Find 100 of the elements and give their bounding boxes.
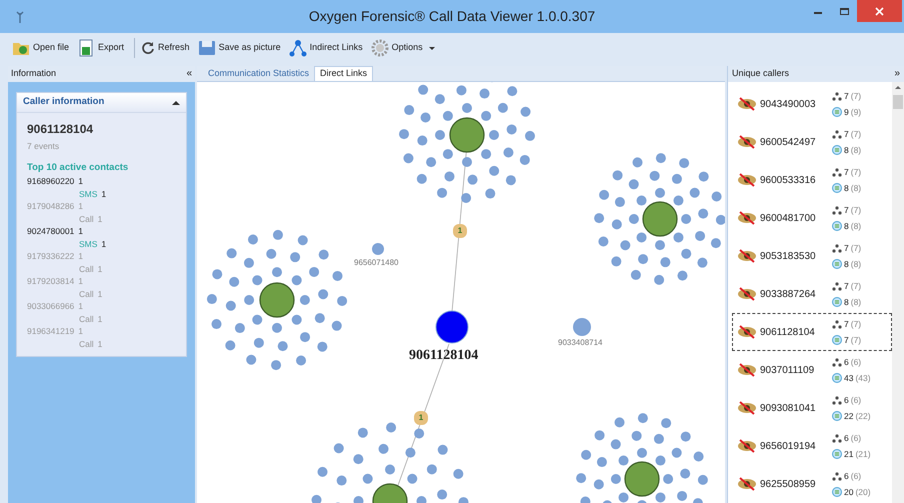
caller-number: 9061128104	[760, 326, 816, 340]
event-type: Call	[79, 212, 94, 225]
toolbar-button[interactable]: Export	[75, 36, 126, 60]
exchange-icon	[832, 220, 842, 231]
events-total: (43)	[855, 372, 871, 384]
crossed-eye-icon	[737, 325, 757, 339]
edge-count-badge: 1	[414, 411, 428, 425]
events-total: (22)	[855, 410, 871, 422]
contacts-count: 7	[844, 166, 849, 178]
caret-icon	[428, 46, 435, 50]
contacts-count: 6	[844, 356, 849, 368]
event-type-count: 1	[98, 212, 102, 225]
caller-number: 9600542497	[760, 136, 817, 150]
caller-number: 9033887264	[760, 288, 817, 302]
caller-row[interactable]: 9033887264 7 (7) 8 (8)	[732, 275, 892, 313]
crossed-eye-icon	[737, 249, 757, 263]
contacts-count: 6	[844, 470, 849, 482]
events-count: 20	[844, 486, 854, 498]
toolbar-button[interactable]: Refresh	[139, 36, 192, 60]
toolbar-button[interactable]: Options	[368, 36, 437, 60]
events-count: 7	[844, 334, 849, 346]
document-icon	[77, 39, 96, 57]
event-type: Call	[79, 338, 94, 350]
contact-count: 1	[78, 175, 84, 188]
collapse-button[interactable]: «	[186, 69, 192, 79]
people-icon	[832, 396, 842, 405]
contacts-count: 7	[844, 128, 849, 140]
caller-row[interactable]: 9093081041 6 (6) 22 (22)	[732, 389, 892, 427]
exchange-icon	[832, 106, 842, 117]
contacts-total: (6)	[850, 470, 862, 482]
crossed-eye-icon	[737, 439, 757, 453]
people-icon	[832, 244, 842, 253]
exchange-icon	[832, 296, 842, 307]
contacts-total: (7)	[850, 128, 862, 140]
caller-row[interactable]: 9043490003 7 (7) 9 (9)	[732, 85, 892, 123]
caller-row[interactable]: 9053183530 7 (7) 8 (8)	[732, 237, 892, 275]
tab[interactable]: Direct Links	[314, 66, 374, 81]
gear-icon	[370, 39, 389, 57]
expand-button[interactable]: »	[894, 69, 900, 79]
events-count: 7 events	[27, 140, 60, 153]
caller-number: 9053183530	[760, 250, 817, 264]
caller-number: 9656019194	[760, 440, 817, 454]
caller-row[interactable]: 9600481700 7 (7) 8 (8)	[732, 199, 892, 237]
contacts-count: 7	[844, 204, 849, 216]
contact-number: 9033066966	[27, 300, 74, 312]
events-total: (8)	[850, 296, 862, 308]
exchange-icon	[832, 182, 842, 193]
contacts-total: (7)	[850, 242, 862, 254]
caller-row[interactable]: 9037011109 6 (6) 43 (43)	[732, 351, 892, 389]
events-total: (7)	[850, 334, 862, 346]
contact-count: 1	[78, 250, 84, 262]
toolbar-button[interactable]: Open file	[10, 36, 72, 60]
caller-row[interactable]: 9656019194 6 (6) 21 (21)	[732, 427, 892, 465]
caller-number: 9600533316	[760, 174, 817, 188]
toolbar-button[interactable]: Save as picture	[196, 36, 283, 60]
contacts-count: 6	[844, 432, 849, 444]
contacts-total: (6)	[850, 356, 862, 368]
contact-count: 1	[78, 200, 84, 212]
caller-row[interactable]: 9600542497 7 (7) 8 (8)	[732, 123, 892, 161]
crossed-eye-icon	[737, 211, 757, 225]
people-icon	[832, 320, 842, 329]
event-type-count: 1	[98, 312, 102, 325]
window-title: Oxygen Forensic® Call Data Viewer 1.0.0.307	[308, 7, 596, 26]
crossed-eye-icon	[737, 477, 757, 491]
events-count: 9	[844, 106, 849, 118]
people-icon	[832, 282, 842, 291]
contact-number: 9179203814	[27, 275, 74, 288]
contacts-count: 7	[844, 318, 849, 330]
people-icon	[832, 206, 842, 215]
caller-number: 9093081041	[760, 402, 817, 416]
crossed-eye-icon	[737, 173, 757, 187]
close-button[interactable]	[857, 0, 902, 22]
contacts-count: 7	[844, 90, 849, 102]
scroll-thumb	[893, 95, 903, 109]
event-type-count: 1	[98, 262, 102, 275]
contact-count: 1	[78, 325, 84, 338]
events-total: (21)	[855, 448, 871, 460]
contacts-total: (7)	[850, 280, 862, 292]
caller-number: 9043490003	[760, 98, 817, 112]
tab[interactable]: Communication Statistics	[203, 66, 314, 81]
caller-row[interactable]: 9625508959 6 (6) 20 (20)	[732, 465, 892, 503]
events-count: 21	[844, 448, 854, 460]
contact-node	[573, 318, 591, 336]
people-icon	[832, 168, 842, 177]
exchange-icon	[832, 372, 842, 383]
contacts-total: (7)	[850, 166, 862, 178]
caller-row[interactable]: 9600533316 7 (7) 8 (8)	[732, 161, 892, 199]
people-icon	[832, 92, 842, 101]
caller-row[interactable]: 9061128104 7 (7) 7 (7)	[732, 313, 892, 351]
contacts-count: 7	[844, 280, 849, 292]
contact-count: 1	[78, 225, 84, 238]
event-type-count: 1	[101, 238, 106, 250]
event-type-count: 1	[98, 338, 102, 350]
crossed-eye-icon	[737, 287, 757, 301]
contact-count: 1	[78, 300, 84, 312]
connected-nodes-icon	[288, 39, 307, 57]
contacts-total: (7)	[850, 90, 862, 102]
event-type: Call	[79, 262, 94, 275]
toolbar-button[interactable]: Indirect Links	[286, 36, 365, 60]
crossed-eye-icon	[737, 135, 757, 149]
